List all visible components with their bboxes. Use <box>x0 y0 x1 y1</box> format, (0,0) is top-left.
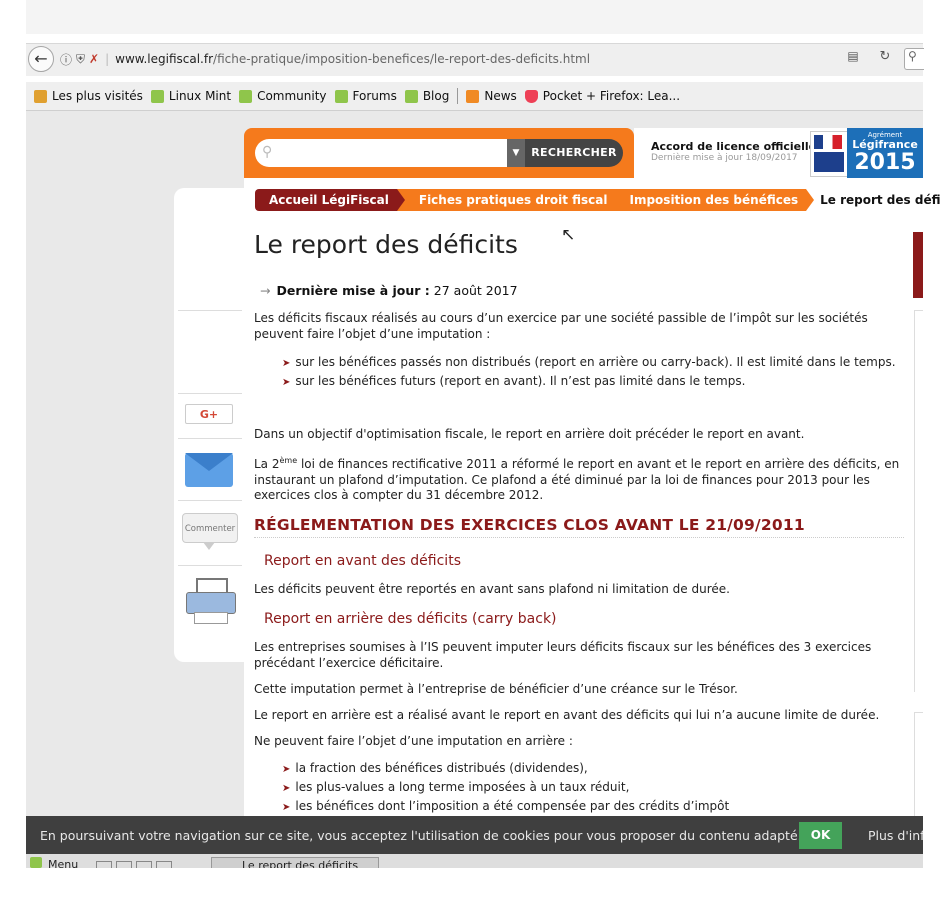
share-divider <box>178 310 242 311</box>
bullet-arrow-icon: ➤ <box>282 783 291 794</box>
bullet-arrow-icon: ➤ <box>282 764 291 775</box>
list-item: ➤ les plus-values a long terme imposées à… <box>282 780 630 794</box>
search-icon: ⚲ <box>908 49 917 63</box>
last-updated: → Dernière mise à jour : 27 août 2017 <box>260 283 518 298</box>
taskbar-window-button[interactable]: Le report des déficits <box>211 857 379 868</box>
licence-update: Dernière mise à jour 18/09/2017 <box>651 153 798 163</box>
breadcrumb-arrow-icon <box>806 189 815 211</box>
list-item: ➤ sur les bénéfices futurs (report en ava… <box>282 374 746 388</box>
taskbar-launchers <box>96 857 200 868</box>
folder-icon <box>34 89 47 103</box>
breadcrumb-arrow-icon <box>396 189 405 211</box>
browser-search-box[interactable]: ⚲ <box>904 48 924 70</box>
bookmark-blog[interactable]: Blog <box>404 89 449 103</box>
optimisation-paragraph: Dans un objectif d'optimisation fiscale,… <box>254 427 805 441</box>
bookmark-linux-mint[interactable]: Linux Mint <box>150 89 231 103</box>
report-arriere-paragraph-4: Ne peuvent faire l’objet d’une imputatio… <box>254 734 573 748</box>
email-share-icon[interactable] <box>185 453 233 487</box>
speech-bubble-icon <box>203 542 215 550</box>
mint-icon <box>239 89 253 103</box>
info-icon[interactable]: ⓘ <box>60 51 72 68</box>
breadcrumb-current: Le report des défi <box>814 189 949 211</box>
cookie-message: En poursuivant votre navigation sur ce s… <box>40 828 802 843</box>
bookmark-pocket[interactable]: Pocket + Firefox: Lea... <box>524 89 680 103</box>
url-bar[interactable]: ⓘ ⛨ ✗ | www.legifiscal.fr/fiche-pratique… <box>60 48 840 70</box>
taskbar-menu-label[interactable]: Menu <box>48 857 78 868</box>
bookmarks-toolbar: Les plus visités Linux Mint Community Fo… <box>26 82 923 111</box>
mint-icon <box>404 89 418 103</box>
bullet-arrow-icon: ➤ <box>282 358 291 369</box>
firefox-icon[interactable] <box>156 861 172 868</box>
url-host: www.legifiscal.fr <box>115 52 214 66</box>
list-item: ➤ la fraction des bénéfices distribués (d… <box>282 761 588 775</box>
browser-tabstrip <box>26 0 923 34</box>
legifrance-badge: Agrément Légifrance 2015 <box>847 128 923 178</box>
bookmark-les-plus-visites[interactable]: Les plus visités <box>34 89 143 103</box>
search-button[interactable]: RECHERCHER <box>525 139 623 167</box>
subheading-report-avant: Report en avant des déficits <box>264 553 461 569</box>
show-desktop-icon[interactable] <box>96 861 112 868</box>
right-column-box <box>914 712 923 816</box>
list-item: ➤ sur les bénéfices passés non distribués… <box>282 355 896 369</box>
bookmark-news[interactable]: News <box>466 89 517 103</box>
breadcrumb-home[interactable]: Accueil LégiFiscal <box>255 189 397 211</box>
report-arriere-paragraph-1: Les entreprises soumises à l’IS peuvent … <box>254 640 872 670</box>
breadcrumb-imposition[interactable]: Imposition des bénéfices <box>623 189 807 211</box>
share-divider <box>178 565 242 566</box>
bookmark-community[interactable]: Community <box>239 89 327 103</box>
mouse-cursor-icon: ↖ <box>561 225 576 245</box>
google-plus-button[interactable]: G+ <box>185 404 233 424</box>
report-arriere-paragraph-2: Cette imputation permet à l’entreprise d… <box>254 682 738 696</box>
bullet-arrow-icon: ➤ <box>282 802 291 813</box>
subheading-report-arriere: Report en arrière des déficits (carry ba… <box>264 611 557 627</box>
breadcrumb-fiches[interactable]: Fiches pratiques droit fiscal <box>404 189 616 211</box>
insecure-lock-icon[interactable]: ✗ <box>89 52 99 66</box>
rss-icon <box>466 89 480 103</box>
share-divider <box>178 393 242 394</box>
mint-menu-icon[interactable] <box>30 857 42 868</box>
bookmark-forums[interactable]: Forums <box>334 89 397 103</box>
file-manager-icon[interactable] <box>136 861 152 868</box>
shield-icon[interactable]: ⛨ <box>76 52 85 67</box>
reload-icon[interactable]: ↻ <box>874 49 896 69</box>
report-arriere-paragraph-3: Le report en arrière est a réalisé avant… <box>254 708 880 722</box>
comment-button[interactable]: Commenter <box>182 513 238 543</box>
cookie-more-info-link[interactable]: Plus d'infos <box>868 828 923 843</box>
url-path: /fiche-pratique/imposition-benefices/le-… <box>213 52 591 66</box>
list-item: ➤ les bénéfices dont l’imposition a été c… <box>282 799 730 813</box>
right-column-box <box>914 310 923 692</box>
right-column-banner <box>913 232 923 298</box>
reader-view-icon[interactable]: ▤ <box>842 49 864 69</box>
printer-icon[interactable] <box>186 578 236 624</box>
pocket-icon <box>524 89 538 103</box>
share-divider <box>178 438 242 439</box>
share-divider <box>178 500 242 501</box>
intro-paragraph: Les déficits fiscaux réalisés au cours d… <box>254 311 868 341</box>
cookie-ok-button[interactable]: OK <box>799 822 842 849</box>
section-heading: RÉGLEMENTATION DES EXERCICES CLOS AVANT … <box>254 516 805 534</box>
breadcrumb-arrow-icon <box>615 189 624 211</box>
licence-title: Accord de licence officielle <box>651 140 817 153</box>
back-arrow-icon: ← <box>34 49 48 68</box>
search-dropdown-button[interactable]: ▼ <box>507 139 525 167</box>
back-button[interactable]: ← <box>28 46 54 72</box>
report-avant-paragraph: Les déficits peuvent être reportés en av… <box>254 582 730 596</box>
page-title: Le report des déficits <box>254 230 518 259</box>
badge-year: 2015 <box>854 150 916 175</box>
republique-francaise-logo-icon <box>810 131 848 177</box>
bullet-arrow-icon: ➤ <box>282 377 291 388</box>
terminal-icon[interactable] <box>116 861 132 868</box>
section-divider <box>254 537 904 538</box>
breadcrumb: Accueil LégiFiscal Fiches pratiques droi… <box>255 189 949 211</box>
mint-icon <box>150 89 164 103</box>
bookmark-separator <box>457 88 459 104</box>
search-icon: ⚲ <box>262 144 273 160</box>
mint-icon <box>334 89 348 103</box>
site-search-input[interactable] <box>255 139 507 167</box>
loi-paragraph: La 2ème loi de finances rectificative 20… <box>254 456 900 502</box>
arrow-right-icon: → <box>260 283 271 298</box>
chevron-down-icon: ▼ <box>512 148 520 158</box>
